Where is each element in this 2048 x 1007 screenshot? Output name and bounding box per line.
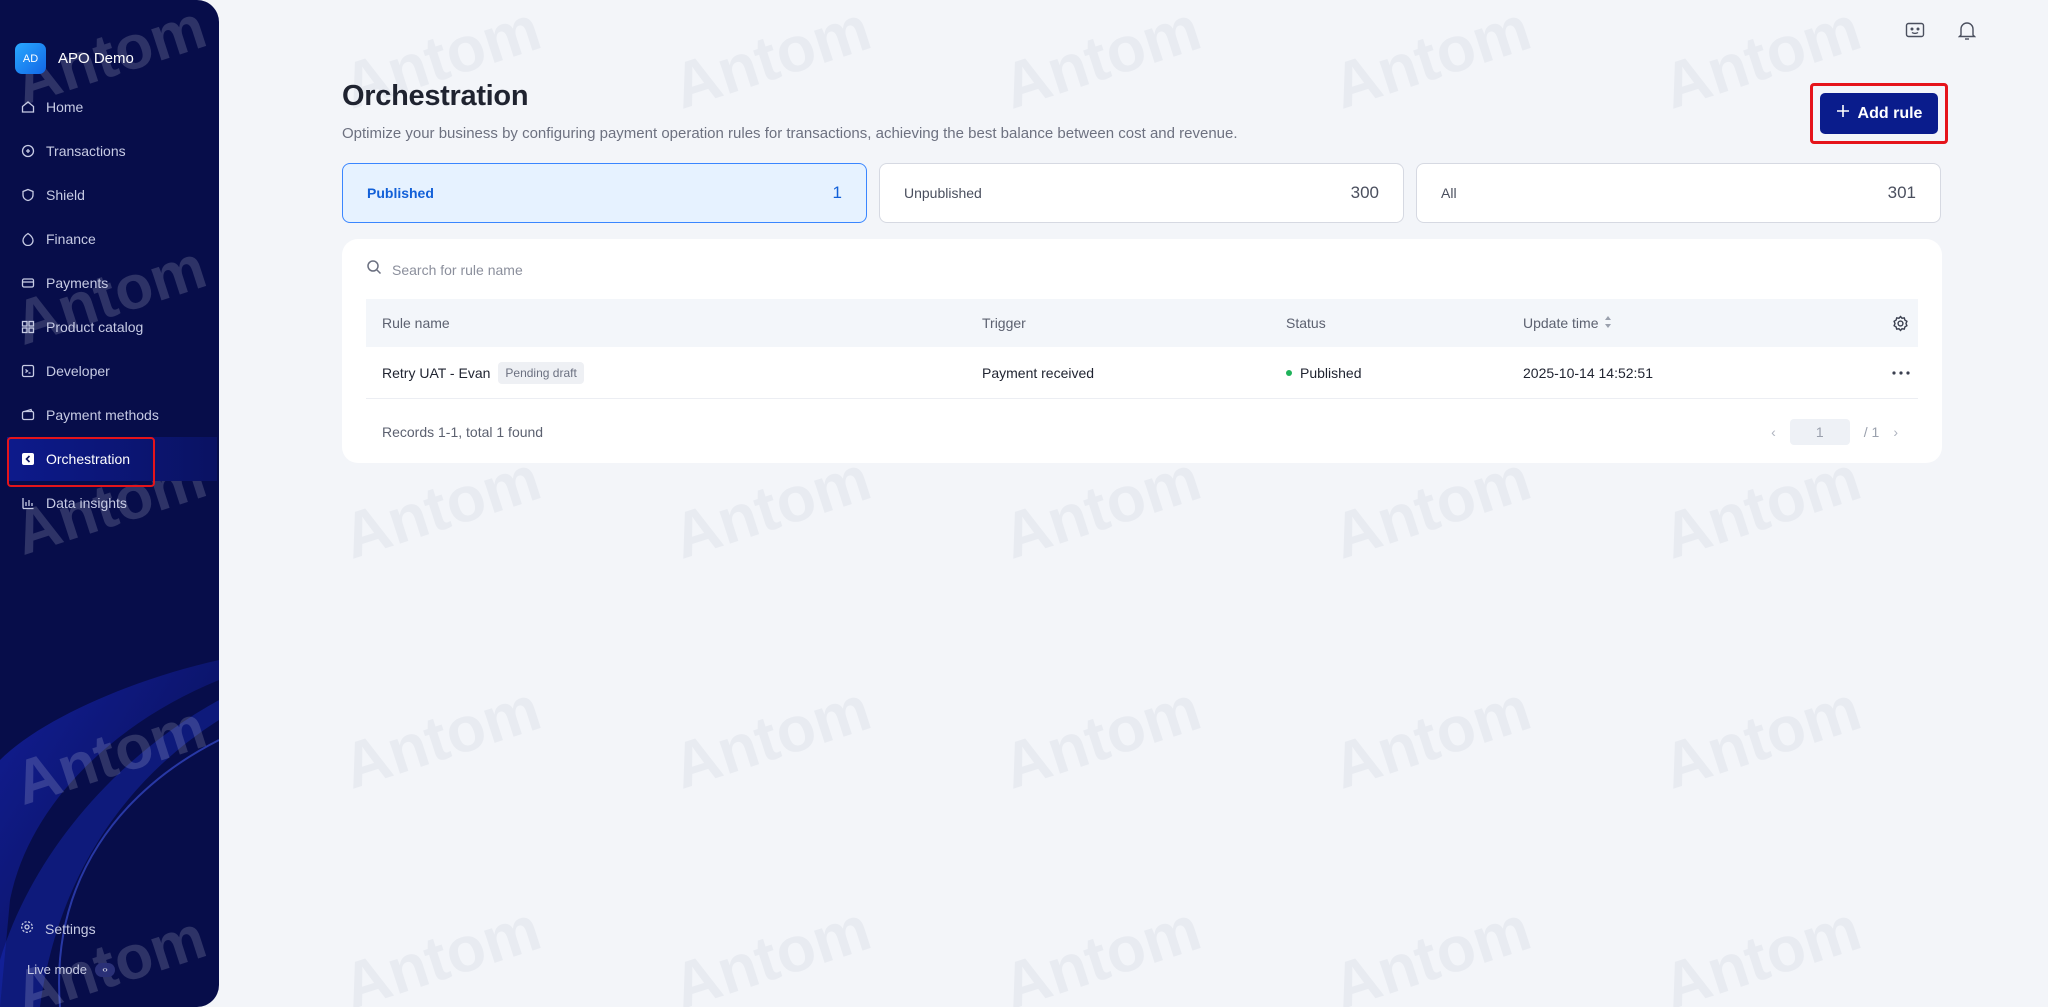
finance-icon — [20, 232, 35, 247]
column-settings-icon[interactable] — [1892, 314, 1909, 332]
tab-count: 1 — [832, 183, 842, 202]
brand[interactable]: AD APO Demo — [15, 43, 134, 74]
sidebar-item-product-catalog[interactable]: Product catalog — [7, 305, 217, 349]
status-tabs: Published 1 Unpublished 300 All 301 — [342, 163, 1941, 223]
sidebar-item-developer[interactable]: Developer — [7, 349, 217, 393]
sidebar-item-label: Home — [46, 99, 84, 115]
rule-name[interactable]: Retry UAT - Evan — [382, 365, 490, 381]
prev-page-icon[interactable]: ‹ — [1771, 424, 1776, 440]
payments-icon — [20, 276, 35, 291]
column-header-trigger: Trigger — [982, 315, 1026, 331]
next-page-icon[interactable]: › — [1893, 424, 1898, 440]
app-logo: AD — [15, 43, 46, 74]
rule-name-cell: Retry UAT - Evan Pending draft — [382, 361, 584, 384]
tab-count: 301 — [1887, 183, 1916, 202]
add-rule-label: Add rule — [1857, 104, 1923, 122]
column-header-status: Status — [1286, 315, 1326, 331]
tab-count: 300 — [1350, 183, 1379, 202]
pagination: ‹ 1 / 1 › — [1771, 419, 1898, 445]
sidebar-item-data-insights[interactable]: Data insights — [7, 481, 217, 525]
plus-icon — [1836, 104, 1850, 123]
sidebar-item-label: Developer — [46, 363, 110, 379]
search-input[interactable] — [392, 261, 892, 278]
trigger-cell: Payment received — [982, 364, 1095, 381]
app-name: APO Demo — [58, 50, 134, 67]
sort-icon[interactable] — [1604, 315, 1612, 332]
sidebar-item-orchestration[interactable]: Orchestration — [7, 437, 217, 487]
sidebar-item-label: Transactions — [46, 143, 126, 159]
update-time-label: Update time — [1523, 315, 1599, 331]
search-icon — [366, 259, 382, 280]
payment-methods-icon — [20, 408, 35, 423]
home-icon — [20, 100, 35, 115]
sidebar: Antom Antom Antom Antom Antom AD APO Dem… — [0, 0, 219, 1007]
tab-label: Unpublished — [904, 185, 982, 201]
bell-icon[interactable] — [1956, 20, 1978, 42]
page-input[interactable]: 1 — [1789, 419, 1850, 445]
catalog-icon — [20, 320, 35, 335]
column-header-rule-name: Rule name — [382, 315, 450, 331]
developer-icon — [20, 364, 35, 379]
update-time-cell: 2025-10-14 14:52:51 — [1523, 364, 1653, 381]
data-insights-icon — [20, 496, 35, 511]
sidebar-item-shield[interactable]: Shield — [7, 173, 217, 217]
rules-card: Rule name Trigger Status Update time Ret… — [342, 239, 1942, 463]
feedback-icon[interactable] — [1904, 20, 1926, 42]
sidebar-item-label: Data insights — [46, 495, 127, 511]
gear-icon — [20, 920, 34, 937]
tab-all[interactable]: All 301 — [1416, 163, 1941, 223]
sidebar-item-finance[interactable]: Finance — [7, 217, 217, 261]
column-header-update-time[interactable]: Update time — [1523, 315, 1612, 332]
tab-label: Published — [367, 185, 434, 201]
status-dot-icon — [1286, 369, 1292, 376]
sidebar-item-transactions[interactable]: Transactions — [7, 129, 217, 173]
page-title: Orchestration — [342, 80, 529, 112]
status-text: Published — [1300, 364, 1362, 381]
shield-icon — [20, 188, 35, 203]
tab-label: All — [1441, 185, 1457, 201]
sidebar-item-label: Product catalog — [46, 319, 144, 335]
table-header: Rule name Trigger Status Update time — [366, 299, 1918, 347]
search-bar — [366, 259, 892, 280]
sidebar-item-label: Payment methods — [46, 407, 159, 423]
total-pages: / 1 — [1863, 424, 1880, 440]
page-subtitle: Optimize your business by configuring pa… — [342, 125, 1238, 142]
top-toolbar — [1904, 20, 1978, 42]
code-toggle-icon[interactable]: ‹› — [94, 962, 115, 977]
tab-unpublished[interactable]: Unpublished 300 — [879, 163, 1404, 223]
pending-draft-badge: Pending draft — [498, 361, 584, 384]
table-row[interactable]: Retry UAT - Evan Pending draft Payment r… — [366, 347, 1918, 399]
sidebar-item-home[interactable]: Home — [7, 85, 217, 129]
tab-published[interactable]: Published 1 — [342, 163, 867, 223]
sidebar-item-payment-methods[interactable]: Payment methods — [7, 393, 217, 437]
sidebar-item-label: Orchestration — [46, 451, 131, 467]
transactions-icon — [20, 144, 35, 159]
live-mode-label: Live mode — [27, 962, 87, 977]
more-actions-icon[interactable] — [1892, 370, 1910, 375]
sidebar-item-label: Payments — [46, 275, 109, 291]
status-cell: Published — [1286, 365, 1362, 381]
sidebar-nav: Home Transactions Shield Finance Payment… — [7, 85, 217, 525]
sidebar-item-payments[interactable]: Payments — [7, 261, 217, 305]
add-rule-highlight: Add rule — [1810, 83, 1948, 144]
records-summary: Records 1-1, total 1 found — [382, 424, 544, 440]
settings-link[interactable]: Settings — [20, 920, 96, 937]
live-mode-toggle[interactable]: Live mode ‹› — [27, 962, 115, 977]
orchestration-icon — [20, 452, 35, 467]
settings-label: Settings — [45, 920, 96, 937]
sidebar-item-label: Shield — [46, 187, 85, 203]
add-rule-button[interactable]: Add rule — [1820, 93, 1938, 134]
sidebar-item-label: Finance — [46, 231, 96, 247]
